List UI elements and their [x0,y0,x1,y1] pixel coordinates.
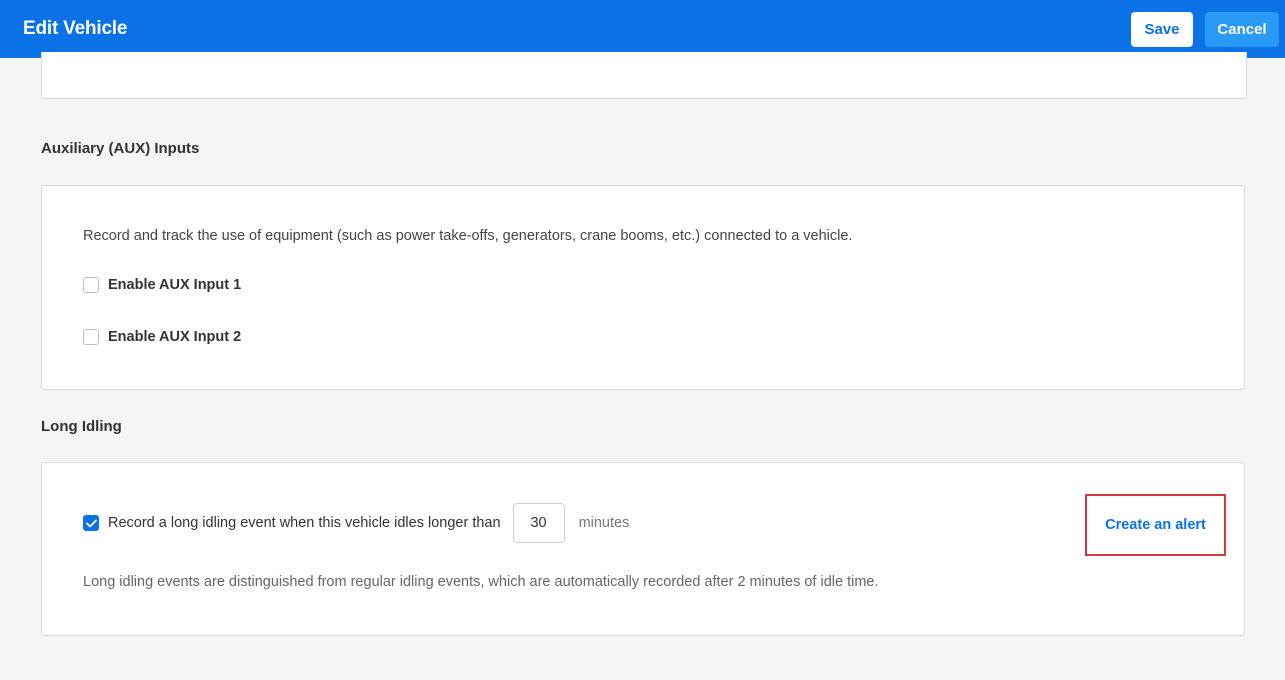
cancel-button[interactable]: Cancel [1205,11,1279,47]
idle-minutes-unit: minutes [578,515,630,531]
long-idling-section-title: Long Idling [41,418,122,435]
long-idling-row: Record a long idling event when this veh… [83,503,629,543]
header-bar: Edit Vehicle Save Cancel [0,0,1285,58]
aux-description: Record and track the use of equipment (s… [83,228,853,244]
long-idling-note: Long idling events are distinguished fro… [83,574,879,590]
aux-card: Record and track the use of equipment (s… [41,185,1245,390]
aux-input-1-label: Enable AUX Input 1 [108,277,242,293]
long-idling-label: Record a long idling event when this veh… [108,515,501,531]
long-idling-card: Record a long idling event when this veh… [41,462,1245,636]
page-title: Edit Vehicle [23,18,128,39]
idle-minutes-input[interactable] [512,503,565,543]
aux-input-2-label: Enable AUX Input 2 [108,329,242,345]
aux-input-2-row[interactable]: Enable AUX Input 2 [83,329,241,345]
save-button[interactable]: Save [1131,11,1193,47]
aux-input-2-checkbox[interactable] [83,329,99,345]
checkmark-icon [85,519,97,527]
aux-input-1-row[interactable]: Enable AUX Input 1 [83,277,241,293]
long-idling-checkbox[interactable] [83,515,99,531]
aux-input-1-checkbox[interactable] [83,277,99,293]
create-alert-link[interactable]: Create an alert [1085,494,1226,556]
aux-section-title: Auxiliary (AUX) Inputs [41,140,200,157]
header-actions: Save Cancel [1131,11,1279,47]
previous-section-card [41,52,1247,99]
